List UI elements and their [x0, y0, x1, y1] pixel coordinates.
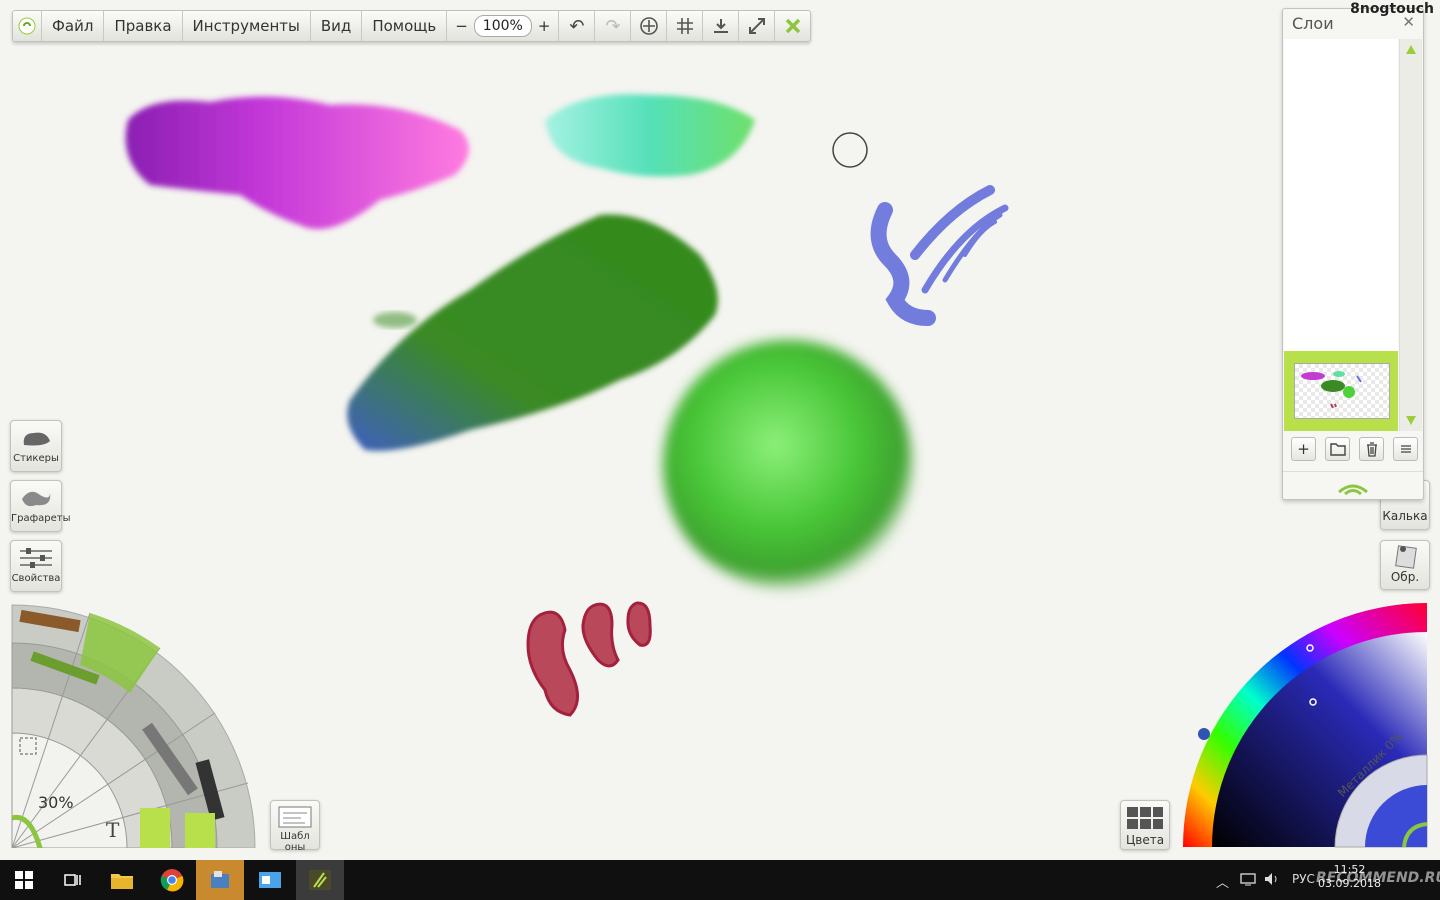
collapse-arcs-icon	[1338, 484, 1368, 496]
layers-list	[1284, 39, 1398, 351]
blue-scribble	[870, 185, 1009, 326]
compass-icon[interactable]	[631, 11, 668, 41]
app-pinned-icon[interactable]	[196, 860, 244, 900]
refs-button[interactable]: Обр.	[1380, 540, 1430, 590]
colors-label: Цвета	[1125, 833, 1165, 847]
zoom-in-button[interactable]: +	[538, 17, 551, 35]
main-toolbar: Файл Правка Инструменты Вид Помощь − 100…	[12, 10, 812, 42]
grid-icon[interactable]	[667, 11, 704, 41]
close-icon[interactable]	[775, 11, 810, 41]
start-button[interactable]	[0, 860, 48, 900]
layer-item[interactable]	[1284, 351, 1398, 431]
colors-button[interactable]: Цвета	[1120, 800, 1170, 850]
templates-icon	[278, 806, 312, 828]
app-logo-icon[interactable]	[13, 11, 42, 41]
templates-button[interactable]: Шабл оны	[270, 800, 320, 853]
tray-chevron-icon[interactable]: ︿	[1216, 872, 1229, 891]
recommend-watermark: RECOMMEND.RU	[1316, 870, 1440, 886]
watermark: 8nogtouch	[1350, 1, 1434, 17]
refs-label: Обр.	[1390, 570, 1420, 584]
tool-size-value: 30%	[38, 793, 74, 812]
tool-wheel[interactable]: 30% T	[10, 603, 260, 849]
pinned-image-icon	[1395, 545, 1417, 569]
add-layer-button[interactable]: +	[1291, 437, 1316, 461]
palette-grid-icon	[1127, 807, 1163, 829]
teal-stroke	[545, 94, 755, 177]
stickers-button[interactable]: Стикеры	[10, 420, 62, 472]
download-icon[interactable]	[703, 11, 740, 41]
pink-purple-stroke	[125, 96, 469, 230]
zoom-control: − 100% +	[447, 11, 560, 41]
layer-actions: +	[1291, 437, 1418, 461]
zoom-value[interactable]: 100%	[473, 15, 532, 37]
layers-collapse-handle[interactable]	[1283, 471, 1423, 500]
fullscreen-icon[interactable]	[739, 11, 776, 41]
green-sphere	[663, 340, 913, 590]
menu-tools[interactable]: Инструменты	[183, 11, 311, 41]
folder-icon[interactable]	[1325, 437, 1350, 461]
layer-thumbnail	[1294, 363, 1390, 419]
windows-logo-icon	[15, 871, 33, 889]
text-tool-icon[interactable]: T	[106, 818, 119, 842]
windows-taskbar: ︿ РУС 11:52 03.09.2018 RECOMMEND.RU	[0, 860, 1440, 900]
stencils-button[interactable]: Графареты	[10, 480, 70, 532]
stencils-label: Графареты	[11, 513, 71, 524]
volume-icon[interactable]	[1264, 872, 1280, 890]
scroll-down-icon[interactable]	[1406, 416, 1416, 425]
undo-icon[interactable]: ↶	[559, 11, 596, 41]
menu-view[interactable]: Вид	[311, 11, 363, 41]
brush-cursor	[832, 132, 868, 168]
properties-button[interactable]: Свойства	[10, 540, 62, 592]
menu-icon[interactable]	[1393, 437, 1418, 461]
red-marks	[526, 601, 652, 717]
zoom-out-button[interactable]: −	[455, 17, 468, 35]
file-explorer-icon[interactable]	[98, 860, 146, 900]
layers-title: Слои	[1292, 14, 1334, 33]
network-icon[interactable]	[1240, 872, 1258, 890]
artrage-icon[interactable]	[296, 860, 344, 900]
green-blue-stroke	[347, 214, 718, 451]
stickers-label: Стикеры	[13, 453, 59, 464]
layers-scrollbar[interactable]	[1399, 39, 1422, 431]
color-wheel[interactable]: Металлик 0%	[1180, 600, 1430, 850]
language-indicator[interactable]: РУС	[1292, 872, 1315, 886]
scroll-up-icon[interactable]	[1406, 45, 1416, 54]
properties-label: Свойства	[11, 573, 61, 584]
stickers-icon	[23, 432, 50, 446]
menu-edit[interactable]: Правка	[104, 11, 183, 41]
tracing-label: Калька	[1382, 509, 1428, 523]
redo-icon[interactable]: ↷	[595, 11, 632, 41]
menu-help[interactable]: Помощь	[362, 11, 448, 41]
layers-panel: Слои ✕ +	[1282, 8, 1424, 500]
menu-file[interactable]: Файл	[42, 11, 105, 41]
sliders-icon	[20, 548, 52, 568]
chrome-icon[interactable]	[148, 860, 196, 900]
templates-label: Шабл оны	[280, 831, 310, 853]
control-panel-icon[interactable]	[246, 860, 294, 900]
task-view-icon[interactable]	[48, 860, 96, 900]
stencils-icon	[22, 491, 51, 507]
trash-icon[interactable]	[1359, 437, 1384, 461]
